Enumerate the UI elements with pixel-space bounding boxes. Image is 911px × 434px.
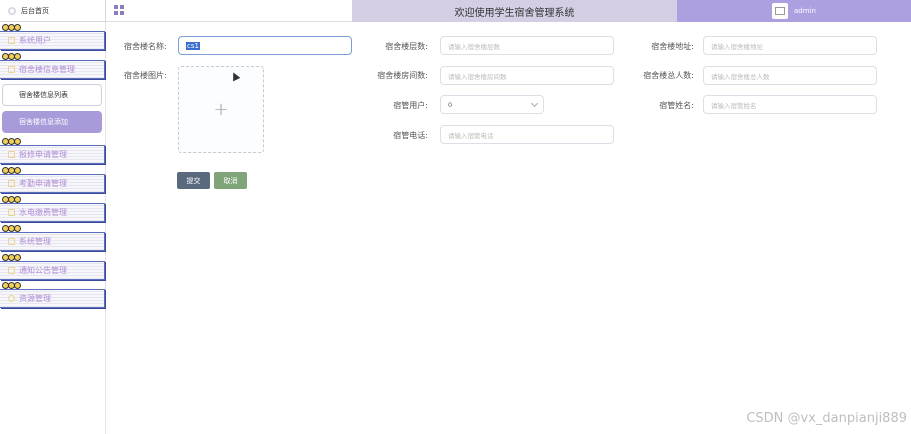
manager-user-select[interactable]: 0 — [440, 95, 544, 114]
attendance-icon — [8, 180, 15, 187]
rooms-label: 宿舍楼房间数: — [377, 71, 428, 80]
sidebar-item-label: 系统用户 — [19, 36, 51, 45]
sidebar-item-notices[interactable]: 通知公告管理 — [0, 261, 105, 280]
repair-icon — [8, 151, 15, 158]
user-area[interactable]: admin — [677, 0, 911, 22]
sidebar-item-dorm-info[interactable]: 宿舍楼信息管理 — [0, 60, 105, 79]
sidebar-item-utilities[interactable]: 水电缴费管理 — [0, 203, 105, 222]
username[interactable]: admin — [794, 7, 816, 15]
sidebar-item-label: 考勤申请管理 — [19, 179, 67, 188]
toolbar-left — [106, 0, 352, 22]
watermark: CSDN @vx_danpianji889 — [746, 411, 907, 426]
manager-name-input[interactable]: 请输入宿管姓名 — [703, 95, 877, 114]
sidebar-item-attendance[interactable]: 考勤申请管理 — [0, 174, 105, 193]
address-label: 宿舍楼地址: — [651, 42, 694, 51]
rooms-input[interactable]: 请输入宿舍楼房间数 — [440, 66, 614, 85]
dorm-add-form: 宿舍楼名称: cs1 宿舍楼图片: + 宿舍楼层数: 请输入宿舍楼层数 宿舍楼房… — [106, 22, 911, 434]
home-link[interactable]: 后台首页 — [0, 0, 106, 22]
total-input[interactable]: 请输入宿舍楼总人数 — [703, 66, 877, 85]
sidebar-subitem-dorm-add[interactable]: 宿舍楼信息添加 — [2, 111, 102, 133]
address-input[interactable]: 请输入宿舍楼地址 — [703, 36, 877, 55]
location-icon — [8, 295, 15, 302]
sidebar-item-label: 报修申请管理 — [19, 150, 67, 159]
home-icon — [8, 6, 16, 15]
plus-icon: + — [213, 99, 229, 120]
dorm-name-input[interactable]: cs1 — [178, 36, 352, 55]
top-header: 后台首页 欢迎使用学生宿舍管理系统 admin — [0, 0, 911, 22]
sidebar-item-label: 通知公告管理 — [19, 266, 67, 275]
manager-user-label: 宿管用户: — [393, 101, 428, 110]
utilities-icon — [8, 209, 15, 216]
building-icon — [8, 66, 15, 73]
sidebar-item-label: 宿舍楼信息管理 — [19, 65, 75, 74]
avatar[interactable] — [772, 3, 788, 19]
home-label: 后台首页 — [21, 6, 49, 15]
floors-input[interactable]: 请输入宿舍楼层数 — [440, 36, 614, 55]
notice-icon — [8, 267, 15, 274]
image-upload[interactable]: + — [178, 66, 264, 153]
manager-name-label: 宿管姓名: — [659, 101, 694, 110]
sidebar-item-label: 资源管理 — [19, 294, 51, 303]
image-label: 宿舍楼图片: — [124, 71, 167, 80]
floors-label: 宿舍楼层数: — [385, 42, 428, 51]
chevron-down-icon — [530, 99, 539, 108]
total-label: 宿舍楼总人数: — [643, 71, 694, 80]
cancel-button[interactable]: 取消 — [214, 172, 247, 189]
system-title: 欢迎使用学生宿舍管理系统 — [352, 0, 677, 22]
settings-icon — [8, 238, 15, 245]
user-icon — [8, 37, 15, 44]
sidebar: 系统用户 宿舍楼信息管理 宿舍楼信息列表 宿舍楼信息添加 报修申请管理 考勤申请… — [0, 22, 106, 434]
submit-button[interactable]: 提交 — [177, 172, 210, 189]
sidebar-item-label: 系统管理 — [19, 237, 51, 246]
dorm-name-value: cs1 — [186, 41, 200, 50]
sidebar-item-label: 水电缴费管理 — [19, 208, 67, 217]
sidebar-item-resources[interactable]: 资源管理 — [0, 289, 105, 308]
manager-user-value: 0 — [448, 100, 453, 109]
image-icon — [775, 7, 785, 15]
menu-grid-icon[interactable] — [114, 5, 124, 15]
manager-phone-input[interactable]: 请输入宿管电话 — [440, 125, 614, 144]
sidebar-subitem-dorm-list[interactable]: 宿舍楼信息列表 — [2, 84, 102, 106]
name-label: 宿舍楼名称: — [124, 42, 167, 51]
sidebar-item-system[interactable]: 系统管理 — [0, 232, 105, 251]
manager-phone-label: 宿管电话: — [393, 131, 428, 140]
sidebar-item-repair[interactable]: 报修申请管理 — [0, 145, 105, 164]
sidebar-item-system-users[interactable]: 系统用户 — [0, 31, 105, 50]
